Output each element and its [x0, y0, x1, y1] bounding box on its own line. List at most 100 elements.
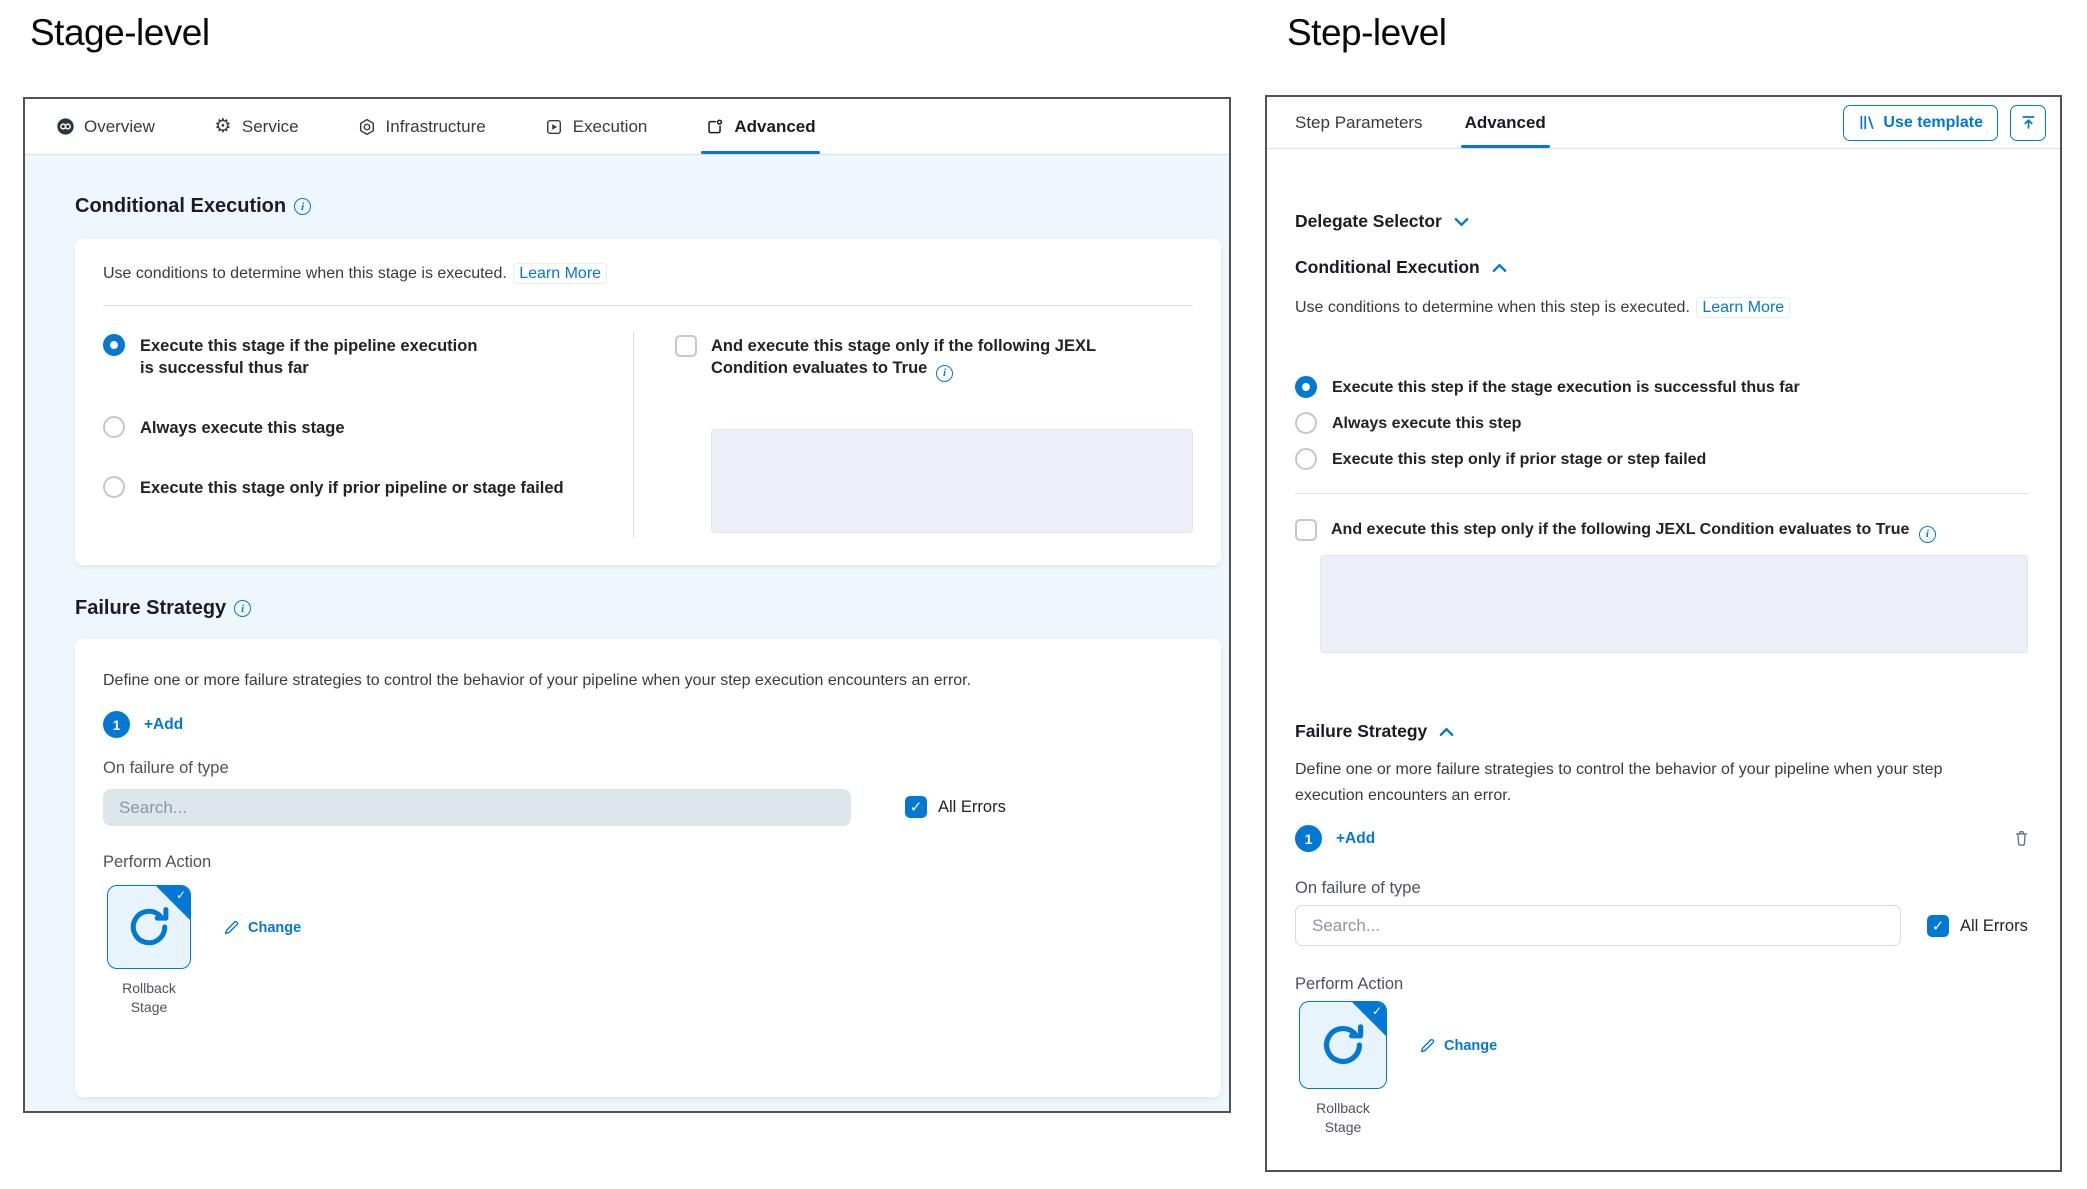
step-advanced-content: Delegate Selector Conditional Execution … — [1267, 149, 2060, 1170]
tab-infrastructure[interactable]: Infrastructure — [357, 99, 486, 154]
radio-execute-if-successful[interactable]: Execute this step if the stage execution… — [1295, 377, 1800, 399]
learn-more-link[interactable]: Learn More — [1696, 297, 1790, 318]
chevron-up-icon — [1492, 263, 1507, 273]
failure-strategy-heading: Failure Strategy i — [75, 597, 251, 620]
on-failure-label: On failure of type — [103, 759, 229, 778]
strategy-count-badge[interactable]: 1 — [1295, 825, 1322, 852]
jexl-condition-input[interactable] — [711, 429, 1193, 533]
tab-label: Advanced — [734, 117, 815, 137]
info-icon[interactable]: i — [1919, 526, 1936, 543]
template-library-icon — [1858, 114, 1875, 131]
on-failure-label: On failure of type — [1295, 879, 1421, 898]
stage-advanced-content: Conditional Execution i Use conditions t… — [25, 155, 1229, 1111]
strategy-count-badge[interactable]: 1 — [103, 711, 130, 738]
radio-always-execute[interactable]: Always execute this stage — [103, 417, 345, 439]
conditional-execution-description: Use conditions to determine when this st… — [1295, 299, 1790, 317]
strategy-badge-row: 1 +Add — [1295, 825, 1375, 852]
execution-icon — [544, 117, 564, 137]
failure-strategy-description: Define one or more failure strategies to… — [103, 669, 1193, 694]
radio-execute-if-successful[interactable]: Execute this stage if the pipeline execu… — [103, 335, 485, 380]
radio-icon — [1295, 412, 1317, 434]
tab-label: Advanced — [1465, 113, 1546, 133]
rollback-stage-tile[interactable]: ✓ — [1299, 1001, 1387, 1089]
add-strategy-button[interactable]: +Add — [144, 716, 183, 734]
use-template-button[interactable]: Use template — [1843, 105, 1998, 141]
jexl-condition-checkbox-row[interactable]: And execute this step only if the follow… — [1295, 519, 1936, 543]
tab-label: Overview — [84, 117, 155, 137]
checkbox-icon — [1295, 519, 1317, 541]
checkbox-checked-icon: ✓ — [905, 796, 927, 818]
learn-more-link[interactable]: Learn More — [513, 263, 607, 284]
vertical-divider — [633, 331, 634, 539]
step-config-panel: Step Parameters Advanced Use template De… — [1265, 95, 2062, 1172]
chevron-down-icon — [1454, 217, 1469, 227]
stage-config-panel: Overview ⚙ Service Infrastructure Execut… — [23, 97, 1231, 1113]
service-icon: ⚙ — [213, 117, 233, 137]
stage-tabbar: Overview ⚙ Service Infrastructure Execut… — [25, 99, 1229, 155]
radio-icon — [103, 476, 125, 498]
delegate-selector-header[interactable]: Delegate Selector — [1295, 211, 1469, 232]
perform-action-label: Perform Action — [1295, 975, 1403, 994]
checkbox-checked-icon: ✓ — [1927, 915, 1949, 937]
tab-label: Execution — [573, 117, 648, 137]
checkbox-icon — [675, 335, 697, 357]
pencil-icon — [1419, 1037, 1436, 1054]
info-icon[interactable]: i — [936, 365, 953, 382]
upload-icon — [2020, 114, 2037, 131]
advanced-icon — [705, 117, 725, 137]
delete-strategy-icon[interactable] — [2013, 829, 2030, 852]
upload-button[interactable] — [2010, 105, 2046, 141]
strategy-badge-row: 1 +Add — [103, 711, 183, 738]
conditional-execution-header[interactable]: Conditional Execution — [1295, 257, 1507, 278]
change-action-link[interactable]: Change — [1419, 1037, 1497, 1054]
chevron-up-icon — [1439, 727, 1454, 737]
change-action-link[interactable]: Change — [223, 919, 301, 936]
all-errors-checkbox-row[interactable]: ✓ All Errors — [905, 796, 1006, 818]
divider — [103, 305, 1193, 306]
tab-overview[interactable]: Overview — [55, 99, 155, 154]
stage-level-title: Stage-level — [30, 12, 210, 54]
info-icon[interactable]: i — [234, 600, 251, 617]
overview-icon — [55, 117, 75, 137]
action-tile-label: Rollback Stage — [104, 979, 194, 1017]
failure-strategy-description: Define one or more failure strategies to… — [1295, 757, 2007, 808]
failure-type-search-input[interactable] — [1295, 905, 1901, 946]
step-tabbar: Step Parameters Advanced Use template — [1267, 97, 2060, 149]
action-tile-label: Rollback Stage — [1298, 1099, 1388, 1137]
tab-advanced[interactable]: Advanced — [705, 99, 815, 154]
tab-execution[interactable]: Execution — [544, 99, 648, 154]
rollback-stage-tile[interactable]: ✓ — [107, 885, 191, 969]
divider — [1295, 493, 2028, 494]
jexl-condition-input[interactable] — [1320, 555, 2028, 653]
radio-execute-if-failed[interactable]: Execute this stage only if prior pipelin… — [103, 477, 564, 499]
all-errors-checkbox-row[interactable]: ✓ All Errors — [1927, 915, 2028, 937]
failure-strategy-card: Define one or more failure strategies to… — [75, 639, 1221, 1097]
failure-strategy-header[interactable]: Failure Strategy — [1295, 721, 1454, 742]
screenshot-canvas: Stage-level Step-level Overview ⚙ Servic… — [0, 0, 2087, 1189]
radio-icon — [103, 416, 125, 438]
radio-execute-if-failed[interactable]: Execute this step only if prior stage or… — [1295, 449, 1706, 471]
radio-selected-icon — [1295, 376, 1317, 398]
radio-icon — [1295, 448, 1317, 470]
radio-selected-icon — [103, 334, 125, 356]
jexl-condition-checkbox-row[interactable]: And execute this stage only if the follo… — [675, 335, 1195, 382]
radio-always-execute[interactable]: Always execute this step — [1295, 413, 1521, 435]
conditional-execution-card: Use conditions to determine when this st… — [75, 239, 1221, 565]
selected-check-icon: ✓ — [1372, 1004, 1382, 1018]
conditional-execution-description: Use conditions to determine when this st… — [103, 265, 607, 283]
tab-label: Service — [242, 117, 299, 137]
tab-service[interactable]: ⚙ Service — [213, 99, 299, 154]
pencil-icon — [223, 919, 240, 936]
tab-step-parameters[interactable]: Step Parameters — [1295, 97, 1423, 148]
tab-label: Infrastructure — [386, 117, 486, 137]
add-strategy-button[interactable]: +Add — [1336, 830, 1375, 848]
conditional-execution-heading: Conditional Execution i — [75, 195, 311, 218]
tab-advanced[interactable]: Advanced — [1465, 97, 1546, 148]
tab-label: Step Parameters — [1295, 113, 1423, 133]
failure-type-search-input[interactable] — [103, 789, 851, 826]
step-tab-actions: Use template — [1843, 105, 2060, 141]
perform-action-label: Perform Action — [103, 853, 211, 872]
info-icon[interactable]: i — [294, 198, 311, 215]
selected-check-icon: ✓ — [176, 888, 186, 902]
step-level-title: Step-level — [1287, 12, 1447, 54]
